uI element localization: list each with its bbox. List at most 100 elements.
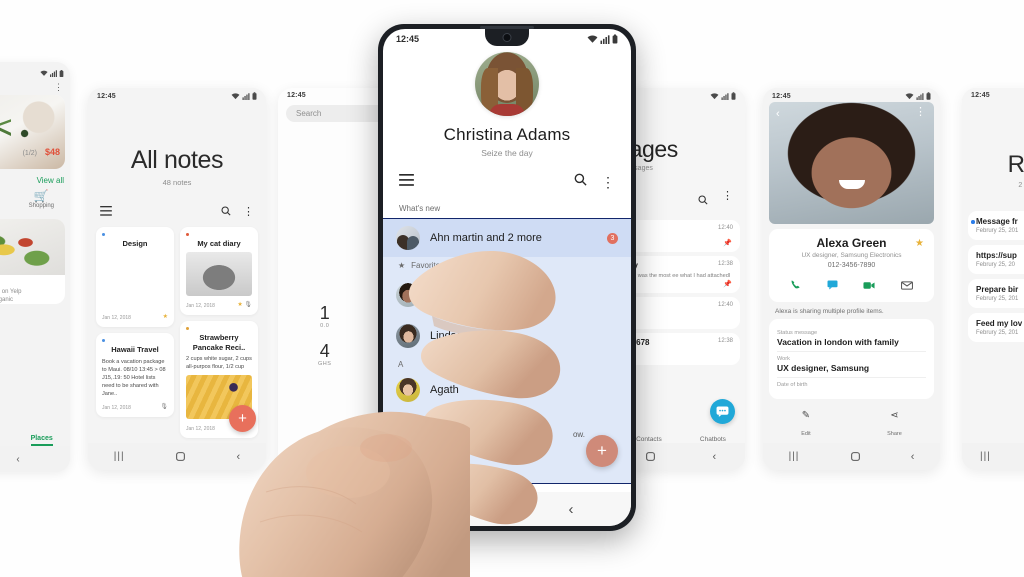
contact-phone-number[interactable]: 012-3456-7890 <box>777 262 926 269</box>
status-time: 12:45 <box>971 92 990 99</box>
home-icon[interactable] <box>645 452 655 461</box>
avatar[interactable] <box>475 52 539 116</box>
home-icon[interactable] <box>176 452 185 461</box>
more-vertical-icon[interactable]: ⋮ <box>722 191 733 210</box>
status-icons <box>40 69 64 77</box>
status-icons <box>231 92 257 100</box>
nav-bar-notes: ||| ‹ <box>88 443 266 470</box>
note-color-dot <box>186 327 189 331</box>
back-icon[interactable]: ‹ <box>712 451 716 463</box>
message-thread[interactable]: 12:38 -5678 <box>622 333 740 366</box>
recents-icon[interactable]: ||| <box>114 451 125 462</box>
home-icon[interactable] <box>440 500 454 518</box>
note-body: 2 cups white sugar, 2 cups all-purpos fl… <box>186 356 252 371</box>
messages-hero: essages read messages <box>617 102 745 172</box>
back-icon[interactable]: ‹ <box>776 108 780 120</box>
message-icon[interactable] <box>827 277 838 295</box>
herb-garnish <box>0 111 11 141</box>
tab-contacts[interactable]: Contacts <box>636 436 662 443</box>
gauge-value: 4 <box>319 341 330 361</box>
reminder-item[interactable]: https://sup Februry 25, 20 <box>968 245 1024 274</box>
contact-row[interactable]: Alexa green Vacation in london with fami… <box>383 274 631 317</box>
star-icon[interactable]: ★ <box>915 238 924 249</box>
back-icon[interactable]: ‹ <box>16 454 19 465</box>
back-icon[interactable]: ‹ <box>569 502 574 517</box>
shopping-cart-icon[interactable]: 🛒 Shopping <box>29 189 54 209</box>
message-thread[interactable]: 12:40 📌 <box>622 220 740 252</box>
contact-field[interactable]: Status message Vacation in london with f… <box>777 326 926 352</box>
back-icon[interactable]: ‹ <box>237 451 241 463</box>
edit-button[interactable]: ✎ Edit <box>801 410 810 440</box>
food-photo: (1/2) $48 <box>0 95 65 169</box>
call-icon[interactable] <box>790 277 801 295</box>
note-card[interactable]: Design Jan 12, 2018 ★ <box>96 227 174 328</box>
storage-gauges: 1 0.0 4 GHS <box>318 303 331 367</box>
tab-places[interactable]: Places <box>30 435 53 446</box>
contact-row[interactable]: Agath <box>383 371 631 409</box>
profile-motto: Seize the day <box>481 148 533 158</box>
status-icons <box>710 92 736 100</box>
hamburger-icon[interactable] <box>100 203 112 221</box>
nav-bar-far-left: ‹ <box>0 446 70 472</box>
video-call-icon[interactable] <box>863 277 875 295</box>
screen-far-left: ⋮ (1/2) $48 View all ▮ne es 🛒Shopping n … <box>0 62 70 472</box>
more-vertical-icon[interactable]: ⋮ <box>0 83 70 92</box>
status-time: 12:45 <box>772 92 791 100</box>
share-button[interactable]: ⋖ Share <box>887 410 902 440</box>
main-toolbar: ⋮ <box>383 158 631 199</box>
bottom-tabs-far-left: ucts Places <box>0 435 70 446</box>
more-vertical-icon[interactable]: ⋮ <box>243 206 254 217</box>
contact-field[interactable]: Date of birth <box>777 378 926 392</box>
note-card[interactable]: Hawaii Travel Book a vacation package to… <box>96 333 174 418</box>
page-title: All notes <box>130 146 224 174</box>
food-hero-card[interactable]: (1/2) $48 <box>0 95 65 169</box>
reminders-list: Message fr Februry 25, 201 https://sup F… <box>962 211 1024 342</box>
reminder-item[interactable]: Feed my lov Februry 25, 201 <box>968 313 1024 342</box>
add-note-fab[interactable]: + <box>229 405 256 432</box>
thread-time: 12:38 <box>717 261 733 267</box>
star-icon[interactable]: ★ <box>163 313 168 320</box>
add-contact-fab[interactable]: + <box>586 434 618 467</box>
messages-tabs: Contacts Chatbots <box>617 436 745 443</box>
more-vertical-icon[interactable]: ⋮ <box>915 107 926 118</box>
contact-status: Vacation in london with family <box>430 300 529 310</box>
recents-icon[interactable]: ||| <box>789 451 800 462</box>
note-card[interactable]: My cat diary Jan 12, 2018 ★ 🎙 <box>180 227 258 316</box>
hamburger-icon[interactable] <box>399 173 414 191</box>
search-icon[interactable] <box>698 192 708 210</box>
recents-icon[interactable]: ||| <box>980 451 991 462</box>
back-icon[interactable]: ‹ <box>911 451 915 463</box>
front-camera-icon <box>502 33 512 42</box>
nav-bar-reminders: ||| <box>962 443 1024 470</box>
scene: ⋮ (1/2) $48 View all ▮ne es 🛒Shopping n … <box>0 0 1024 577</box>
restaurant-meta: / $$ / Organic <box>0 297 14 303</box>
contact-field[interactable]: Work UX designer, Samsung <box>777 352 926 378</box>
tab-chatbots[interactable]: Chatbots <box>700 436 726 443</box>
view-all-link[interactable]: View all <box>0 173 70 187</box>
email-icon[interactable] <box>901 277 914 295</box>
reminder-item[interactable]: Message fr Februry 25, 201 <box>968 211 1024 240</box>
search-icon[interactable] <box>221 203 231 221</box>
gauge-unit: 0.0 <box>320 323 330 329</box>
status-time: 12:45 <box>396 34 420 44</box>
thread-time: 12:40 <box>717 302 733 309</box>
whats-new-row[interactable]: Ahn martin and 2 more 3 <box>383 219 631 257</box>
restaurant-rating: ★★ (50) on Yelp <box>0 289 22 295</box>
group-avatar <box>396 226 420 250</box>
restaurant-card[interactable]: n Pot ★★ (50) on Yelp / $$ / Organic <box>0 219 65 304</box>
new-message-fab[interactable] <box>710 399 735 424</box>
salad-photo <box>0 219 65 275</box>
reminder-item[interactable]: Prepare bir Februry 25, 201 <box>968 279 1024 308</box>
field-label: Work <box>777 356 790 362</box>
message-thread[interactable]: 12:38 ay vie was the most ee what I had … <box>622 256 740 294</box>
message-thread[interactable]: 12:40 <box>622 297 740 330</box>
pin-icon: 📌 <box>723 240 732 247</box>
more-vertical-icon[interactable]: ⋮ <box>601 175 615 189</box>
contact-name: Agath <box>430 383 459 396</box>
home-icon[interactable] <box>850 452 860 461</box>
search-icon[interactable] <box>574 173 587 191</box>
contact-name: Lindsey Smith <box>430 329 500 342</box>
price-tag-icon: (1/2) <box>22 150 37 157</box>
contact-row[interactable]: Lindsey Smith <box>383 317 631 355</box>
note-footer: Jan 12, 2018 ★ 🎙 <box>186 299 252 310</box>
